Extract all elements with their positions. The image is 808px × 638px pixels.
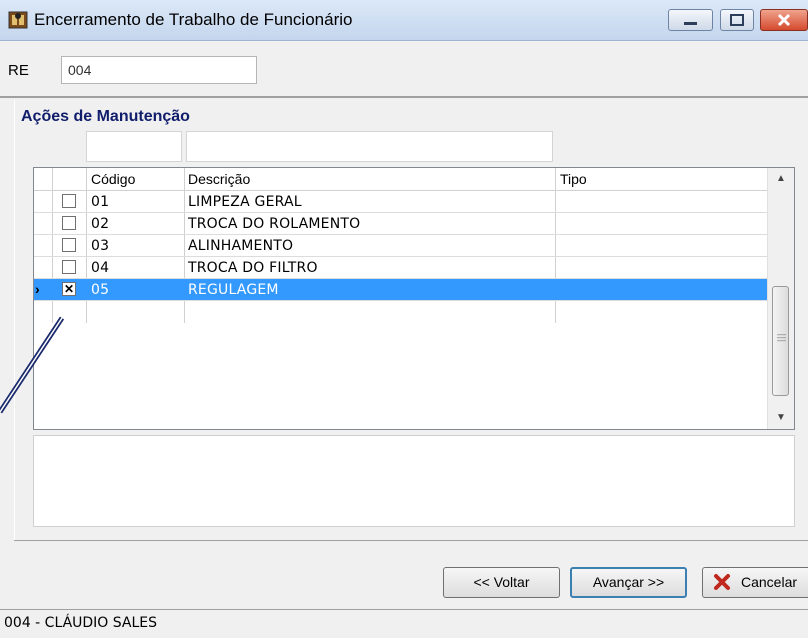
maximize-icon [730,14,744,26]
codigo-filter-input[interactable] [86,131,182,162]
notes-memo[interactable] [33,435,795,527]
scroll-down-icon: ▼ [776,412,786,423]
cancel-label: Cancelar [741,574,798,590]
main-window: Encerramento de Trabalho de Funcionário … [0,0,808,638]
cell-codigo: 01 [91,194,110,210]
row-checkbox[interactable] [62,194,76,208]
status-text: 004 - CLÁUDIO SALES [4,615,158,631]
scroll-thumb[interactable]: — — — [772,286,789,396]
scroll-up-icon: ▲ [776,173,786,184]
app-icon [8,11,28,29]
row-indicator-icon: › [35,281,40,297]
next-button[interactable]: Avançar >> [570,567,687,598]
cell-codigo: 03 [91,238,110,254]
row-indicator-icon [35,259,50,277]
scroll-up-button[interactable]: ▲ [768,168,794,190]
vertical-scrollbar[interactable]: ▲ — — — ▼ [767,168,794,429]
table-row[interactable]: 01 LIMPEZA GERAL [34,191,768,213]
re-field[interactable]: 004 [61,56,257,84]
scroll-grip-icon: — — — [777,329,786,345]
re-label: RE [8,62,29,79]
row-indicator-icon [35,193,50,211]
cell-descricao: LIMPEZA GERAL [188,194,302,210]
maximize-button[interactable] [720,9,754,31]
grid-header: Código Descrição Tipo [34,168,768,191]
footer-separator [14,540,808,541]
title-bar[interactable]: Encerramento de Trabalho de Funcionário [0,0,808,41]
close-icon [777,13,791,27]
back-button[interactable]: << Voltar [443,567,560,598]
minimize-button[interactable] [668,9,713,31]
cell-codigo: 05 [91,282,110,298]
cancel-button[interactable]: Cancelar [702,567,808,598]
cell-descricao: REGULAGEM [188,282,279,298]
descricao-filter-input[interactable] [186,131,553,162]
table-row[interactable]: 02 TROCA DO ROLAMENTO [34,213,768,235]
column-header-codigo[interactable]: Código [91,171,135,187]
cell-codigo: 02 [91,216,110,232]
section-title: Ações de Manutenção [21,108,190,125]
cell-descricao: TROCA DO FILTRO [188,260,318,276]
header-separator [0,96,808,98]
row-checkbox[interactable] [62,260,76,274]
maintenance-actions-grid[interactable]: Código Descrição Tipo 01 LIMPEZA GERAL 02 T… [33,167,795,430]
row-checkbox[interactable] [62,238,76,252]
row-indicator-icon [35,215,50,233]
table-row[interactable]: 04 TROCA DO FILTRO [34,257,768,279]
re-row: RE 004 [0,41,808,96]
cell-codigo: 04 [91,260,110,276]
table-row[interactable]: › ✕ 05 REGULAGEM [34,279,768,301]
column-header-descricao[interactable]: Descrição [188,171,250,187]
row-indicator-icon [35,237,50,255]
status-bar: 004 - CLÁUDIO SALES [0,609,808,638]
close-button[interactable] [760,9,808,31]
row-checkbox[interactable]: ✕ [62,282,76,296]
window-title: Encerramento de Trabalho de Funcionário [34,10,353,29]
scroll-down-button[interactable]: ▼ [768,407,794,429]
minimize-icon [684,22,697,25]
table-row[interactable]: 03 ALINHAMENTO [34,235,768,257]
cell-descricao: ALINHAMENTO [188,238,294,254]
row-checkbox[interactable] [62,216,76,230]
cancel-x-icon [714,574,730,590]
cell-descricao: TROCA DO ROLAMENTO [188,216,361,232]
column-header-tipo[interactable]: Tipo [560,171,587,187]
